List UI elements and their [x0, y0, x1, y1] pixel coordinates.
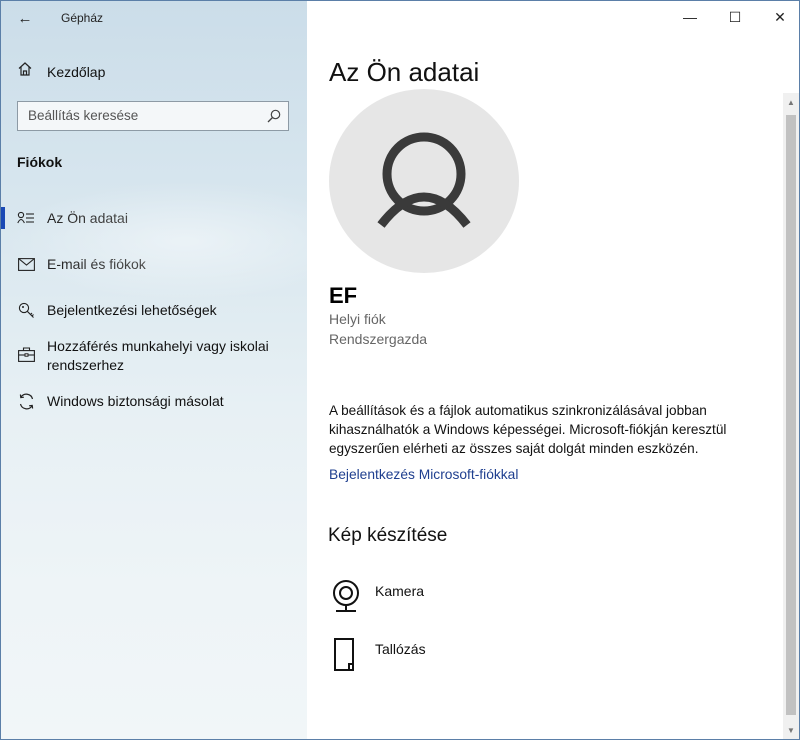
- main-content: — ☐ ✕ Az Ön adatai EF Helyi fiók Rendsze…: [307, 1, 799, 739]
- sidebar-item-label: Windows biztonsági másolat: [47, 393, 224, 409]
- back-button[interactable]: ←: [9, 5, 41, 31]
- sidebar-item-label: Hozzáférés munkahelyi vagy iskolai rends…: [47, 338, 269, 373]
- sidebar-item-email-accounts[interactable]: E-mail és fiókok: [1, 255, 307, 274]
- sidebar-item-sign-in-options[interactable]: Bejelentkezési lehetőségek: [1, 301, 307, 320]
- search-icon[interactable]: [266, 108, 282, 124]
- key-icon: [17, 301, 35, 319]
- browse-option[interactable]: Tallózás: [329, 637, 426, 673]
- browse-file-icon: [334, 638, 354, 671]
- sidebar: ← Gépház Kezdőlap Fiókok Az Ön adatai: [1, 1, 307, 739]
- camera-option[interactable]: Kamera: [329, 579, 424, 615]
- sidebar-item-label: Az Ön adatai: [47, 210, 128, 226]
- user-silhouette-icon: [377, 132, 471, 228]
- search-box: [17, 101, 289, 131]
- maximize-button[interactable]: ☐: [712, 1, 758, 33]
- title-bar: ← Gépház: [1, 1, 307, 35]
- section-title-accounts: Fiókok: [17, 154, 63, 170]
- avatar: [329, 89, 519, 273]
- camera-label: Kamera: [375, 583, 425, 599]
- sidebar-item-label: E-mail és fiókok: [47, 256, 146, 272]
- home-link[interactable]: Kezdőlap: [17, 61, 105, 82]
- person-card-icon: [17, 209, 35, 227]
- close-icon: ✕: [774, 8, 786, 25]
- home-icon: [17, 61, 33, 82]
- camera-icon: [333, 580, 359, 612]
- scroll-thumb[interactable]: [786, 115, 796, 715]
- active-indicator: [1, 207, 5, 229]
- microsoft-signin-link[interactable]: Bejelentkezés Microsoft-fiókkal: [329, 467, 518, 482]
- sidebar-item-label: Bejelentkezési lehetőségek: [47, 302, 217, 318]
- sidebar-item-windows-backup[interactable]: Windows biztonsági másolat: [1, 392, 307, 411]
- minimize-button[interactable]: —: [667, 1, 713, 33]
- page-title: Az Ön adatai: [329, 57, 480, 87]
- scroll-up-arrow-icon[interactable]: ▲: [783, 93, 799, 111]
- photo-section-title: Kép készítése: [328, 525, 448, 546]
- sidebar-item-work-school-access[interactable]: Hozzáférés munkahelyi vagy iskolai rends…: [1, 337, 307, 375]
- mail-icon: [17, 255, 35, 273]
- settings-search-input[interactable]: [18, 102, 278, 129]
- account-type: Helyi fiók: [329, 311, 386, 327]
- briefcase-icon: [17, 345, 35, 363]
- maximize-icon: ☐: [728, 8, 742, 25]
- account-role: Rendszergazda: [329, 331, 428, 347]
- vertical-scrollbar[interactable]: ▲ ▼: [783, 93, 799, 739]
- app-title: Gépház: [61, 11, 104, 25]
- sidebar-item-your-info[interactable]: Az Ön adatai: [1, 207, 307, 229]
- home-label: Kezdőlap: [47, 63, 106, 80]
- minimize-icon: —: [683, 9, 697, 25]
- settings-window: ← Gépház Kezdőlap Fiókok Az Ön adatai: [0, 0, 800, 740]
- scroll-down-arrow-icon[interactable]: ▼: [783, 721, 799, 739]
- back-arrow-icon: ←: [17, 9, 33, 27]
- close-button[interactable]: ✕: [757, 1, 799, 33]
- sync-description: A beállítások és a fájlok automatikus sz…: [329, 403, 727, 456]
- sync-icon: [17, 392, 35, 410]
- browse-label: Tallózás: [375, 641, 426, 657]
- user-name: EF: [329, 283, 358, 308]
